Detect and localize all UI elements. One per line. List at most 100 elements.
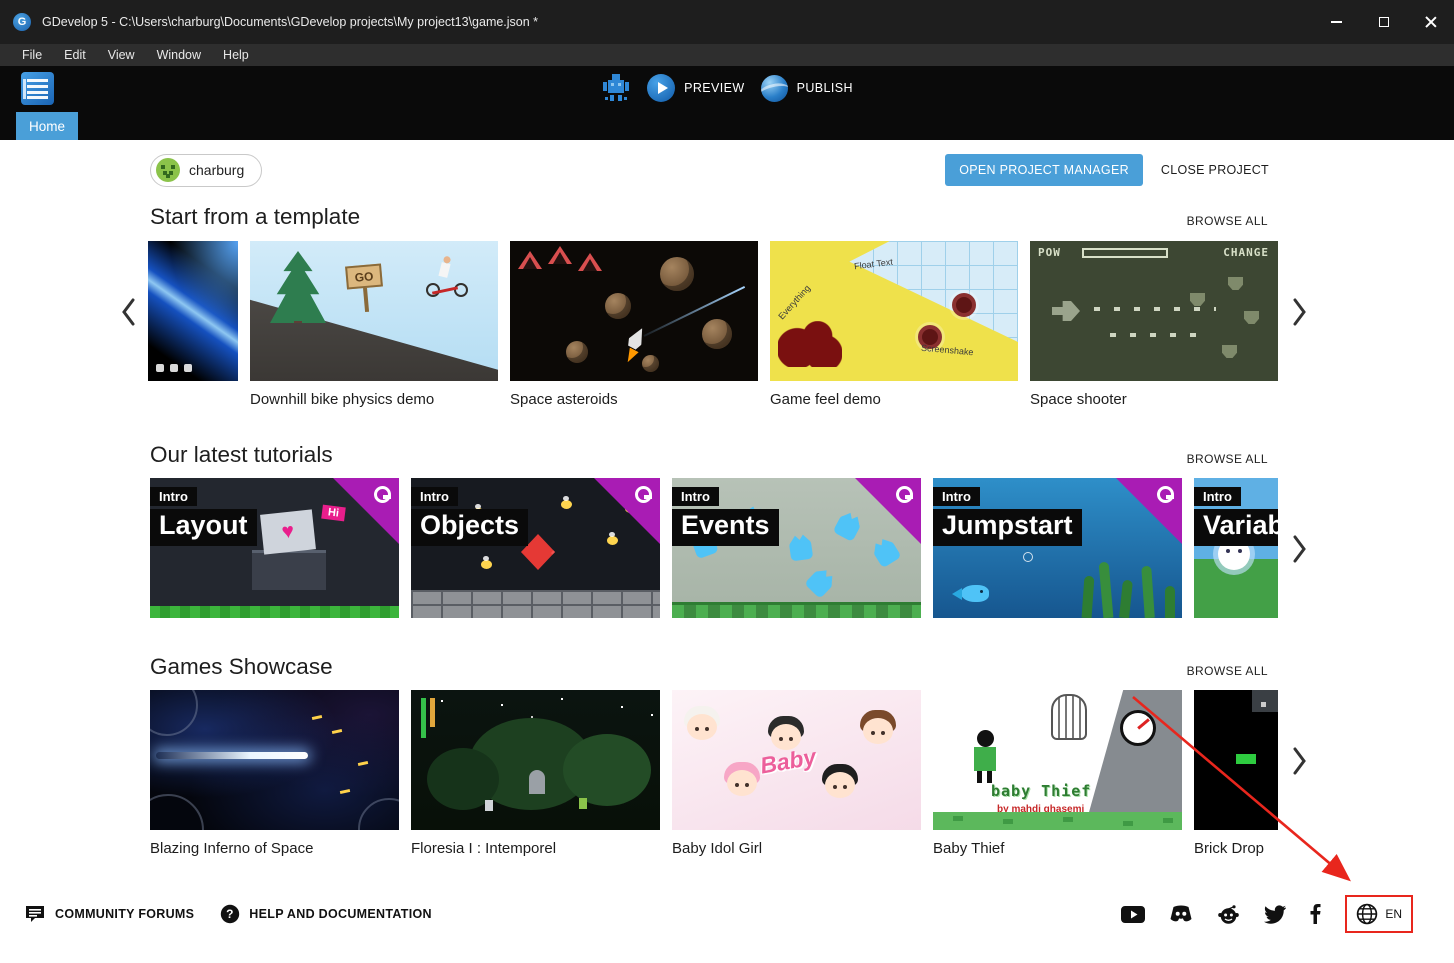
language-button[interactable]: EN xyxy=(1347,897,1411,931)
open-project-manager-button[interactable]: OPEN PROJECT MANAGER xyxy=(945,154,1143,186)
tutorial-card-jumpstart[interactable]: Intro Jumpstart xyxy=(933,478,1182,618)
art-shape xyxy=(1141,566,1155,618)
chevron-left-icon xyxy=(120,297,136,327)
art-shape xyxy=(1261,702,1266,707)
close-button[interactable] xyxy=(1407,0,1454,44)
home-header-row: charburg OPEN PROJECT MANAGER CLOSE PROJ… xyxy=(0,152,1454,188)
showcase-card-row: Blazing Inferno of Space Floresia I : In… xyxy=(150,690,1278,857)
showcase-card[interactable] xyxy=(150,690,399,830)
showcase-card[interactable]: baby Thief by mahdi ghasemi xyxy=(933,690,1182,830)
home-page: charburg OPEN PROJECT MANAGER CLOSE PROJ… xyxy=(0,140,1454,963)
debugger-button[interactable] xyxy=(601,72,631,104)
art-shape xyxy=(438,262,450,278)
art-shape xyxy=(441,700,443,702)
discord-button[interactable] xyxy=(1169,905,1193,923)
templates-right-arrow[interactable] xyxy=(1288,296,1312,328)
reddit-button[interactable] xyxy=(1217,904,1240,924)
tutorials-right-arrow[interactable] xyxy=(1288,533,1312,565)
publish-button[interactable]: PUBLISH xyxy=(761,75,853,102)
character-art xyxy=(860,710,896,744)
youtube-button[interactable] xyxy=(1121,906,1145,923)
character-art xyxy=(724,762,760,796)
tutorials-browse-all[interactable]: BROWSE ALL xyxy=(1187,452,1268,466)
minimize-icon xyxy=(1331,21,1342,23)
menu-file[interactable]: File xyxy=(11,48,53,62)
template-card[interactable]: POW CHANGE xyxy=(1030,241,1278,381)
showcase-browse-all[interactable]: BROWSE ALL xyxy=(1187,664,1268,678)
play-icon xyxy=(647,74,675,102)
everything-label: Everything xyxy=(776,283,812,321)
change-label: CHANGE xyxy=(1223,246,1269,259)
art-shape xyxy=(150,606,399,618)
facebook-button[interactable] xyxy=(1310,904,1321,924)
art-shape xyxy=(333,478,399,544)
character-art xyxy=(977,771,982,783)
template-card[interactable]: Float Text Everything Screenshake xyxy=(770,241,1018,381)
showcase-right-arrow[interactable] xyxy=(1288,745,1312,777)
templates-browse-all[interactable]: BROWSE ALL xyxy=(1187,214,1268,228)
twitter-button[interactable] xyxy=(1264,905,1286,924)
go-sign-art: GO xyxy=(345,263,383,289)
template-card-label: Space asteroids xyxy=(510,391,758,408)
template-card[interactable] xyxy=(510,241,758,381)
art-shape xyxy=(578,253,602,271)
ship-art xyxy=(1052,301,1080,321)
maximize-icon xyxy=(1379,17,1389,27)
menu-view[interactable]: View xyxy=(97,48,146,62)
art-shape xyxy=(1023,552,1033,562)
template-card-bike: GO Downhill bike physics demo xyxy=(250,241,498,408)
baby-thief-title-label: baby Thief xyxy=(991,782,1091,800)
menu-window[interactable]: Window xyxy=(146,48,212,62)
footer-left: COMMUNITY FORUMS ? HELP AND DOCUMENTATIO… xyxy=(25,904,432,924)
template-card[interactable]: GO xyxy=(250,241,498,381)
tutorial-tag: Intro xyxy=(1194,487,1241,506)
tab-home[interactable]: Home xyxy=(16,112,78,140)
ship-art xyxy=(626,325,649,351)
user-chip[interactable]: charburg xyxy=(150,154,262,187)
character-art xyxy=(977,730,994,747)
art-shape xyxy=(260,509,316,554)
templates-card-row: GO Downhill bike physics demo xyxy=(148,241,1278,408)
preview-button[interactable]: PREVIEW xyxy=(647,74,744,102)
help-documentation-link[interactable]: ? HELP AND DOCUMENTATION xyxy=(220,904,432,924)
art-shape xyxy=(594,478,660,544)
avatar xyxy=(156,158,180,182)
showcase-card[interactable]: Baby xyxy=(672,690,921,830)
art-shape xyxy=(1110,333,1210,337)
close-project-button[interactable]: CLOSE PROJECT xyxy=(1155,154,1275,186)
menu-help[interactable]: Help xyxy=(212,48,260,62)
tutorial-card-events[interactable]: Intro Events xyxy=(672,478,921,618)
preview-label: PREVIEW xyxy=(684,81,744,95)
art-shape xyxy=(855,478,921,544)
help-documentation-label: HELP AND DOCUMENTATION xyxy=(249,907,432,921)
template-card-label: Space shooter xyxy=(1030,391,1278,408)
template-card[interactable] xyxy=(148,241,238,381)
minimize-button[interactable] xyxy=(1313,0,1360,44)
tutorial-card-objects[interactable]: Intro Objects xyxy=(411,478,660,618)
tutorial-title: Events xyxy=(672,509,779,546)
art-shape xyxy=(563,734,651,806)
asteroid-art xyxy=(642,355,659,372)
art-shape xyxy=(1222,345,1237,358)
tutorial-card-layout[interactable]: Intro Layout Hi xyxy=(150,478,399,618)
art-shape xyxy=(1244,311,1259,324)
art-shape xyxy=(952,293,976,317)
maximize-button[interactable] xyxy=(1360,0,1407,44)
showcase-card[interactable] xyxy=(1194,690,1278,830)
forum-icon xyxy=(25,905,46,923)
tutorial-card-variables[interactable]: Intro Variab +1 xyxy=(1194,478,1278,618)
showcase-card[interactable] xyxy=(411,690,660,830)
template-card-partial xyxy=(148,241,238,408)
templates-left-arrow[interactable] xyxy=(116,296,140,328)
health-bar-art xyxy=(421,698,426,738)
art-shape xyxy=(1228,277,1243,290)
community-forums-link[interactable]: COMMUNITY FORUMS xyxy=(25,905,194,923)
youtube-icon xyxy=(1121,906,1145,923)
tutorial-title: Jumpstart xyxy=(933,509,1082,546)
chevron-right-icon xyxy=(1292,746,1308,776)
menu-edit[interactable]: Edit xyxy=(53,48,97,62)
help-icon: ? xyxy=(220,904,240,924)
art-shape xyxy=(1119,580,1133,618)
tutorial-tag: Intro xyxy=(411,487,458,506)
gdevelop-logo-icon xyxy=(896,486,913,503)
